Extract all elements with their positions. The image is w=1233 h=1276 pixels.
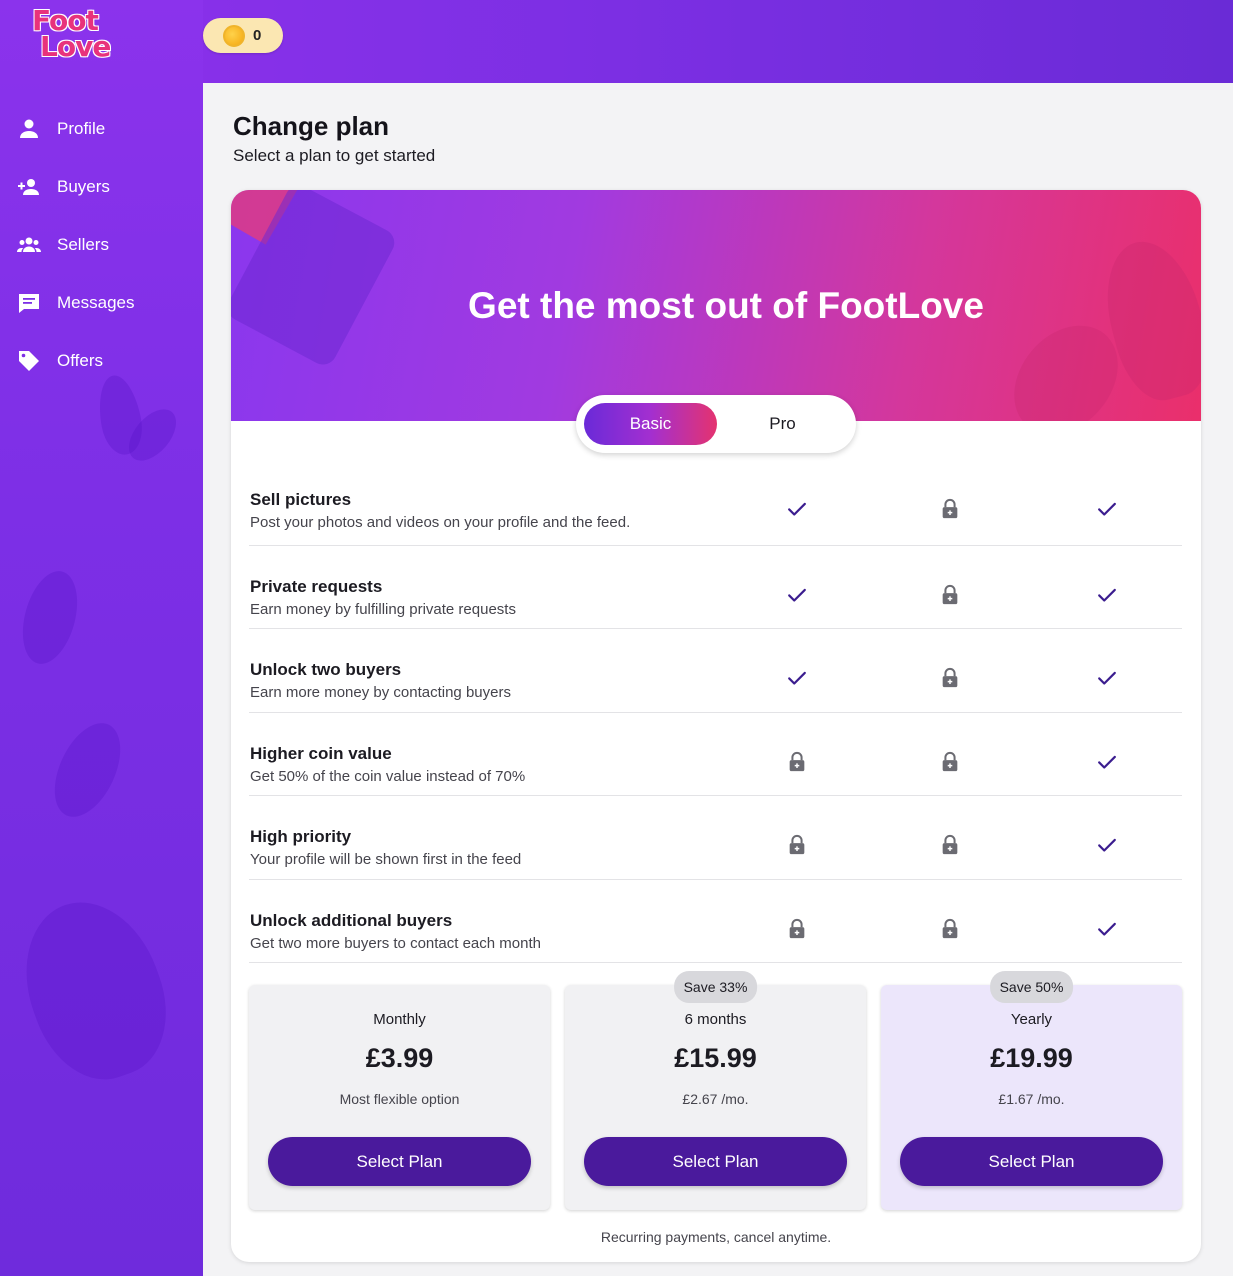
hero-title: Get the most out of FootLove [468,285,984,326]
lock-icon [786,834,808,856]
decor-petal [41,713,134,827]
plan-note: Most flexible option [339,1091,460,1107]
feature-title: Unlock two buyers [250,660,402,679]
sidebar-item-label: Buyers [57,177,110,196]
plan-price: £15.99 [674,1043,757,1073]
select-plan-button[interactable]: Select Plan [900,1137,1163,1186]
plan-note: £2.67 /mo. [682,1091,749,1107]
lock-icon [939,498,961,520]
hero-banner: Get the most out of FootLove [231,190,1201,421]
sidebar-item-label: Profile [57,119,106,138]
feature-description: Post your photos and videos on your prof… [250,514,631,531]
person-icon [20,119,38,138]
main-content: Change plan Select a plan to get started… [205,83,1233,1276]
lock-icon [939,584,961,606]
feature-title: High priority [250,827,352,846]
check-icon [1096,834,1118,856]
check-icon [786,498,808,520]
feature-title: Unlock additional buyers [250,910,453,930]
feature-description: Get two more buyers to contact each mont… [250,934,541,952]
coin-icon [223,24,245,47]
feature-row: Private requests Earn money by fulfilling… [249,546,1182,629]
feature-row: Unlock two buyers Earn more money by cont… [249,629,1182,713]
sidebar-nav: Profile Buyers Sellers Messages Offers [0,100,203,390]
billing-footnote: Recurring payments, cancel anytime. [600,1229,832,1245]
app-logo[interactable]: Foot Love [32,7,122,66]
sidebar-item-label: Offers [57,351,103,370]
feature-description: Get 50% of the coin value instead of 70% [250,767,526,785]
lock-icon [786,751,808,773]
check-icon [1096,918,1118,940]
page-title: Change plan [233,111,390,141]
plan-period: Monthly [373,1011,426,1028]
plan-6-months: Save 33% 6 months £15.99 £2.67 /mo. Sele… [565,971,866,1210]
toggle-pro[interactable]: Pro [717,403,848,445]
lock-icon [939,751,961,773]
feature-title: Sell pictures [250,490,352,509]
plan-price: £3.99 [365,1043,434,1073]
feature-description: Earn money by fulfilling private request… [250,600,516,618]
sidebar-item-buyers[interactable]: Buyers [0,158,203,216]
sidebar-item-sellers[interactable]: Sellers [0,216,203,274]
page-subtitle: Select a plan to get started [233,146,436,165]
sidebar-item-offers[interactable]: Offers [0,332,203,390]
feature-title: Higher coin value [250,743,392,763]
plan-yearly: Save 50% Yearly £19.99 £1.67 /mo. Select… [881,971,1182,1210]
sidebar: Profile Buyers Sellers Messages Offers [0,0,203,1276]
lock-icon [939,667,961,689]
feature-list: Sell pictures Post your photos and videos… [249,462,1182,963]
tag-icon [19,351,39,371]
feature-description: Your profile will be shown first in the … [250,851,522,868]
plan-card: Get the most out of FootLove Basic Pro S… [231,190,1201,1262]
plan-period: Yearly [1010,1011,1053,1028]
lock-icon [786,918,808,940]
decor-petal [3,883,187,1097]
plan-period: 6 months [684,1011,747,1028]
lock-icon [939,918,961,940]
group-icon [17,237,41,252]
sidebar-item-label: Messages [57,293,135,312]
savings-badge: Save 33% [673,971,758,1003]
coin-count: 0 [253,27,262,44]
plan-monthly: Monthly £3.99 Most flexible option Selec… [249,985,550,1210]
savings-badge: Save 50% [989,971,1074,1003]
check-icon [786,584,808,606]
select-plan-button[interactable]: Select Plan [268,1137,531,1186]
check-icon [786,667,808,689]
lock-icon [939,834,961,856]
coin-balance[interactable]: 0 [203,18,283,53]
check-icon [1096,584,1118,606]
buyers-icon [18,179,39,195]
check-icon [1096,667,1118,689]
feature-title: Private requests [250,576,383,596]
plan-note: £1.67 /mo. [998,1091,1065,1107]
message-icon [19,294,39,313]
feature-description: Earn more money by contacting buyers [250,684,511,701]
feature-row: Unlock additional buyers Get two more buy… [249,880,1182,963]
feature-row: Higher coin value Get 50% of the coin val… [249,713,1182,796]
sidebar-item-messages[interactable]: Messages [0,274,203,332]
plan-options: Monthly £3.99 Most flexible option Selec… [249,971,1182,1210]
sidebar-item-label: Sellers [57,235,109,254]
check-icon [1096,498,1118,520]
plan-type-toggle: Basic Pro [576,395,856,453]
toggle-basic[interactable]: Basic [584,403,717,445]
plan-price: £19.99 [990,1043,1073,1073]
decor-petal [13,565,87,670]
feature-row: High priority Your profile will be shown … [249,796,1182,880]
sidebar-item-profile[interactable]: Profile [0,100,203,158]
check-icon [1096,751,1118,773]
select-plan-button[interactable]: Select Plan [584,1137,847,1186]
feature-row: Sell pictures Post your photos and videos… [249,462,1182,546]
